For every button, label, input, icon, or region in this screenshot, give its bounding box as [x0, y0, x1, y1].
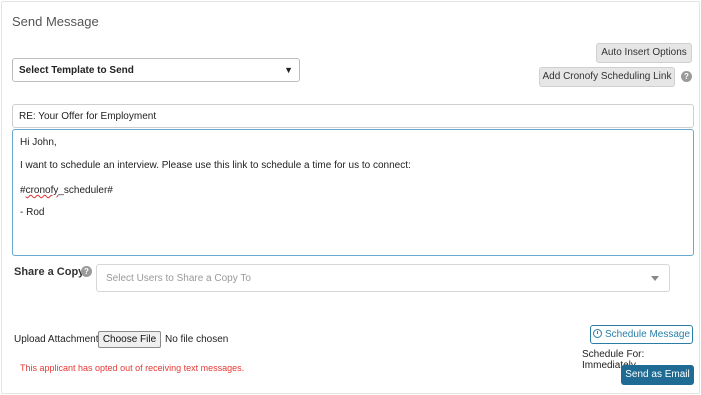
panel-title: Send Message	[12, 14, 99, 29]
opt-out-warning: This applicant has opted out of receivin…	[20, 363, 245, 373]
message-token: #cronofy_scheduler#	[20, 185, 113, 196]
chevron-down-icon: ▼	[284, 65, 293, 75]
no-file-chosen-text: No file chosen	[165, 334, 229, 345]
send-as-email-button[interactable]: Send as Email	[621, 365, 694, 385]
help-icon[interactable]: ?	[81, 266, 92, 277]
message-greeting: Hi John,	[20, 137, 57, 148]
clock-icon	[592, 329, 602, 338]
choose-file-button[interactable]: Choose File	[98, 331, 161, 348]
template-select[interactable]: Select Template to Send ▼	[12, 58, 300, 82]
share-users-placeholder: Select Users to Share a Copy To	[106, 273, 251, 284]
share-copy-label: Share a Copy	[14, 266, 85, 278]
schedule-message-label: Schedule Message	[604, 329, 691, 340]
subject-input[interactable]: RE: Your Offer for Employment	[12, 104, 694, 128]
message-signature: - Rod	[20, 207, 45, 218]
send-message-panel: Send Message Select Template to Send ▼ A…	[1, 1, 700, 394]
upload-attachment-label: Upload Attachment	[14, 334, 99, 345]
template-select-value: Select Template to Send	[19, 65, 134, 76]
subject-value: RE: Your Offer for Employment	[19, 111, 157, 122]
help-icon[interactable]: ?	[681, 71, 692, 82]
auto-insert-options-button[interactable]: Auto Insert Options	[596, 43, 692, 63]
cronofy-token-text: cronofy	[25, 185, 59, 196]
caret-down-icon	[651, 276, 659, 281]
add-cronofy-link-button[interactable]: Add Cronofy Scheduling Link	[539, 67, 675, 87]
schedule-message-button[interactable]: Schedule Message	[590, 325, 693, 344]
message-line: I want to schedule an interview. Please …	[20, 160, 411, 171]
message-body-editor[interactable]: Hi John, I want to schedule an interview…	[12, 129, 694, 256]
share-users-select[interactable]: Select Users to Share a Copy To	[96, 264, 670, 292]
